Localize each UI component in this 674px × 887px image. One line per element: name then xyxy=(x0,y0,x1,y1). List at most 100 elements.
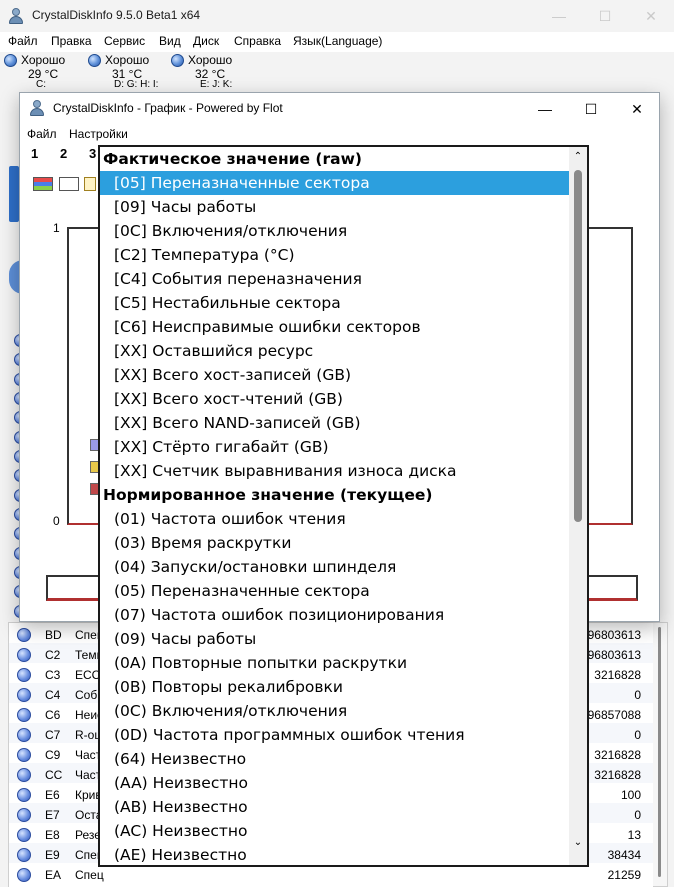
status-dot-icon xyxy=(17,808,31,822)
attribute-id: C2 xyxy=(45,648,61,662)
attribute-id: BD xyxy=(45,628,62,642)
attribute-options: Фактическое значение (raw) [05] Переназн… xyxy=(100,147,571,865)
disk-tab-3[interactable]: 3 xyxy=(89,146,96,161)
option-raw-c4[interactable]: [C4] События переназначения xyxy=(100,267,571,291)
option-raw-c6[interactable]: [C6] Неисправимые ошибки секторов xyxy=(100,315,571,339)
disk-tab-2[interactable]: 2 xyxy=(60,146,67,161)
status-dot-icon xyxy=(17,748,31,762)
option-raw-nand-writes[interactable]: [XX] Всего NAND-записей (GB) xyxy=(100,411,571,435)
option-norm-0d[interactable]: (0D) Частота программных ошибок чтения xyxy=(100,723,571,747)
attribute-id: C6 xyxy=(45,708,61,722)
main-minimize-button[interactable]: — xyxy=(536,0,582,32)
attribute-id: E8 xyxy=(45,828,60,842)
option-norm-0c[interactable]: (0C) Включения/отключения xyxy=(100,699,571,723)
drive-status-2[interactable]: Хорошо 31 °C D: G: H: I: xyxy=(86,52,166,90)
option-raw-c5[interactable]: [C5] Нестабильные сектора xyxy=(100,291,571,315)
menu-view[interactable]: Вид xyxy=(159,34,181,48)
drive-temperature: 32 °C xyxy=(195,67,226,81)
option-norm-0a[interactable]: (0A) Повторные попытки раскрутки xyxy=(100,651,571,675)
option-raw-wear-leveling[interactable]: [XX] Счетчик выравнивания износа диска xyxy=(100,459,571,483)
drive-temperature: 29 °C xyxy=(28,67,59,81)
option-norm-ae[interactable]: (AE) Неизвестно xyxy=(100,843,571,865)
disk-tab-1[interactable]: 1 xyxy=(31,146,38,161)
table-scroll-thumb[interactable] xyxy=(658,627,661,877)
color-settings-icon[interactable] xyxy=(33,177,53,191)
y-axis-min-label: 0 xyxy=(53,514,60,528)
attribute-id: C9 xyxy=(45,748,61,762)
menu-language[interactable]: Язык(Language) xyxy=(293,34,382,48)
attribute-dropdown-list[interactable]: Фактическое значение (raw) [05] Переназн… xyxy=(98,145,589,867)
menu-help[interactable]: Справка xyxy=(234,34,281,48)
drive-letters: C: xyxy=(36,80,46,87)
dropdown-scroll-thumb[interactable] xyxy=(574,170,582,522)
attribute-id: C4 xyxy=(45,688,61,702)
graph-menu-settings[interactable]: Настройки xyxy=(69,127,128,141)
status-dot-icon xyxy=(17,828,31,842)
menu-service[interactable]: Сервис xyxy=(104,34,145,48)
attribute-raw: 21259 xyxy=(607,868,641,882)
graph-minimize-button[interactable]: — xyxy=(522,93,568,125)
main-titlebar: CrystalDiskInfo 9.5.0 Beta1 x64 — ☐ ✕ xyxy=(0,0,674,32)
option-norm-0b[interactable]: (0B) Повторы рекалибровки xyxy=(100,675,571,699)
drive-status-1[interactable]: Хорошо 29 °C C: xyxy=(2,52,82,90)
option-norm-04[interactable]: (04) Запуски/остановки шпинделя xyxy=(100,555,571,579)
attribute-id: E9 xyxy=(45,848,60,862)
option-norm-03[interactable]: (03) Время раскрутки xyxy=(100,531,571,555)
main-window-title: CrystalDiskInfo 9.5.0 Beta1 x64 xyxy=(32,8,201,22)
option-raw-host-writes[interactable]: [XX] Всего хост-записей (GB) xyxy=(100,363,571,387)
scroll-up-icon[interactable]: ⌃ xyxy=(572,151,584,163)
graph-menu-file[interactable]: Файл xyxy=(27,127,57,141)
option-norm-09[interactable]: (09) Часы работы xyxy=(100,627,571,651)
y-axis-max-label: 1 xyxy=(53,221,60,235)
blank-chart-icon[interactable] xyxy=(59,177,79,191)
option-raw-host-reads[interactable]: [XX] Всего хост-чтений (GB) xyxy=(100,387,571,411)
option-raw-0c[interactable]: [0C] Включения/отключения xyxy=(100,219,571,243)
health-good-icon xyxy=(88,54,101,67)
option-raw-c2[interactable]: [C2] Температура (°C) xyxy=(100,243,571,267)
drive-health-label: Хорошо xyxy=(105,53,150,67)
option-raw-erased-gb[interactable]: [XX] Стёрто гигабайт (GB) xyxy=(100,435,571,459)
option-norm-aa[interactable]: (AA) Неизвестно xyxy=(100,771,571,795)
status-dot-icon xyxy=(17,688,31,702)
option-norm-ac[interactable]: (AC) Неизвестно xyxy=(100,819,571,843)
option-raw-09[interactable]: [09] Часы работы xyxy=(100,195,571,219)
scroll-down-icon[interactable]: ⌄ xyxy=(572,837,584,849)
health-good-icon xyxy=(4,54,17,67)
crystaldiskinfo-app-icon xyxy=(29,100,45,116)
status-dot-icon xyxy=(17,668,31,682)
option-norm-64[interactable]: (64) Неизвестно xyxy=(100,747,571,771)
table-scrollbar[interactable] xyxy=(653,623,667,886)
attribute-name: Спец xyxy=(75,868,104,882)
main-close-button[interactable]: ✕ xyxy=(628,0,674,32)
status-dot-icon xyxy=(17,788,31,802)
menu-disk[interactable]: Диск xyxy=(193,34,219,48)
option-norm-05[interactable]: (05) Переназначенные сектора xyxy=(100,579,571,603)
drive-letters: E: J: K: xyxy=(200,80,233,87)
graph-window-title: CrystalDiskInfo - График - Powered by Fl… xyxy=(53,101,283,115)
normalized-values-header: Нормированное значение (текущее) xyxy=(103,486,433,504)
star-icon[interactable] xyxy=(84,177,96,191)
attribute-id: E6 xyxy=(45,788,60,802)
attribute-id: EA xyxy=(45,868,62,882)
status-dot-icon xyxy=(17,768,31,782)
option-norm-ab[interactable]: (AB) Неизвестно xyxy=(100,795,571,819)
raw-values-header: Фактическое значение (raw) xyxy=(103,150,363,168)
dropdown-scrollbar[interactable]: ⌃ ⌄ xyxy=(569,147,587,865)
option-raw-life[interactable]: [XX] Оставшийся ресурс xyxy=(100,339,571,363)
menu-file[interactable]: Файл xyxy=(8,34,38,48)
graph-close-button[interactable]: ✕ xyxy=(614,93,660,125)
option-raw-05[interactable]: [05] Переназначенные сектора xyxy=(100,171,571,195)
option-norm-07[interactable]: (07) Частота ошибок позиционирования xyxy=(100,603,571,627)
graph-maximize-button[interactable]: ☐ xyxy=(568,93,614,125)
option-norm-01[interactable]: (01) Частота ошибок чтения xyxy=(100,507,571,531)
status-dot-icon xyxy=(17,728,31,742)
main-maximize-button[interactable]: ☐ xyxy=(582,0,628,32)
drive-letters: D: G: H: I: xyxy=(114,80,159,87)
menu-edit[interactable]: Правка xyxy=(51,34,92,48)
drive-status-3[interactable]: Хорошо 32 °C E: J: K: xyxy=(169,52,249,90)
health-good-icon xyxy=(171,54,184,67)
attribute-id: E7 xyxy=(45,808,60,822)
attribute-id: C3 xyxy=(45,668,61,682)
main-menubar: Файл Правка Сервис Вид Диск Справка Язык… xyxy=(0,32,674,52)
status-dot-icon xyxy=(17,628,31,642)
